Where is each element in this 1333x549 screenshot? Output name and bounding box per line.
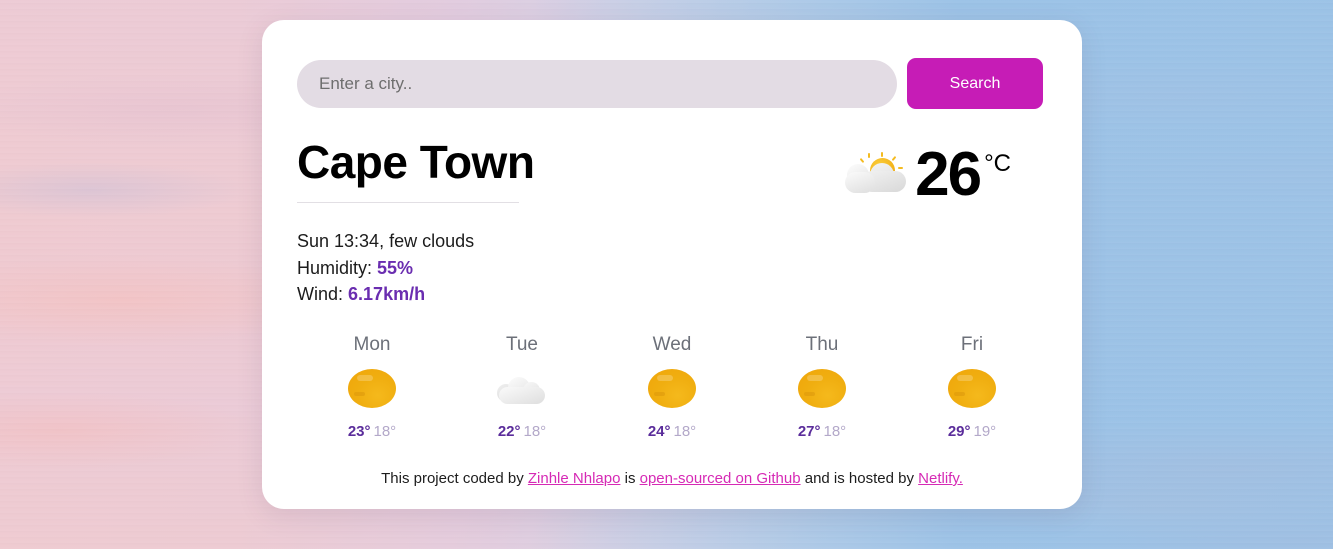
search-form: Search	[297, 20, 1047, 109]
datetime-condition: Sun 13:34, few clouds	[297, 231, 475, 251]
wind-line: Wind: 6.17km/h	[297, 281, 1047, 308]
forecast-temp-max: 27°	[797, 422, 821, 440]
sun-ray	[898, 167, 904, 169]
forecast-icon-wrap	[597, 364, 747, 414]
few-clouds-icon	[843, 152, 907, 198]
forecast-temp-min: 18°	[523, 422, 547, 440]
current-temperature-block: 26 °C	[843, 138, 1047, 206]
forecast-day-label: Tue	[505, 333, 539, 355]
forecast-day: Mon 23° 18°	[297, 334, 447, 440]
forecast-row: Mon 23° 18° Tue 22° 18° Wed 24° 18° Thu 27° 18° Fri 2…	[297, 334, 1047, 440]
sun-ray	[859, 157, 865, 164]
humidity-line: Humidity: 55%	[297, 255, 1047, 282]
link-author[interactable]: Zinhle Nhlapo	[528, 470, 621, 487]
link-source-code[interactable]: open-sourced on Github	[640, 470, 801, 487]
forecast-temps: 24° 18°	[597, 423, 747, 440]
city-name: Cape Town	[297, 136, 535, 188]
forecast-temp-min: 19°	[973, 422, 997, 440]
forecast-temps: 23° 18°	[297, 423, 447, 440]
sun-ray	[881, 152, 884, 157]
forecast-day-label: Mon	[353, 333, 391, 355]
current-conditions: Sun 13:34, few clouds Humidity: 55% Wind…	[297, 228, 1047, 308]
forecast-day-label: Wed	[652, 333, 692, 355]
clear-sky-icon	[798, 369, 846, 409]
temperature-unit: °C	[984, 150, 1011, 177]
clear-sky-icon	[948, 369, 996, 409]
current-weather-row: Cape Town 26 °C	[297, 138, 1047, 206]
cloud-front	[845, 172, 876, 193]
weather-card: Search Cape Town 26 °C	[262, 20, 1082, 509]
forecast-temps: 27° 18°	[747, 423, 897, 440]
forecast-day: Tue 22° 18°	[447, 334, 597, 440]
wind-label: Wind:	[297, 284, 344, 305]
forecast-day-label: Thu	[805, 333, 839, 355]
forecast-temp-max: 29°	[947, 422, 971, 440]
search-input[interactable]	[297, 59, 897, 108]
footer-credit: This project coded by Zinhle Nhlapo is o…	[297, 470, 1047, 487]
footer-text-3: and is hosted by	[800, 469, 919, 487]
forecast-icon-wrap	[447, 364, 597, 414]
forecast-icon-wrap	[747, 364, 897, 414]
forecast-icon-wrap	[297, 364, 447, 414]
current-temperature-value: 26	[915, 140, 982, 209]
forecast-day: Fri 29° 19°	[897, 334, 1047, 440]
forecast-temps: 29° 19°	[897, 423, 1047, 440]
forecast-temp-min: 18°	[823, 422, 847, 440]
sun-ray	[891, 155, 897, 162]
forecast-day: Wed 24° 18°	[597, 334, 747, 440]
clouds-icon	[496, 372, 548, 406]
wind-value: 6.17km/h	[348, 284, 426, 305]
forecast-temp-min: 18°	[373, 422, 397, 440]
forecast-temps: 22° 18°	[447, 423, 597, 440]
cloud-shape	[499, 386, 545, 404]
forecast-day: Thu 27° 18°	[747, 334, 897, 440]
forecast-temp-max: 23°	[347, 422, 371, 440]
city-block: Cape Town	[297, 136, 535, 204]
forecast-temp-min: 18°	[673, 422, 697, 440]
city-divider	[297, 202, 519, 204]
link-host[interactable]: Netlify.	[918, 470, 963, 487]
humidity-value: 55%	[377, 257, 414, 278]
humidity-label: Humidity:	[297, 257, 373, 278]
footer-text-1: This project coded by	[381, 469, 528, 487]
sun-ray	[868, 153, 871, 158]
clear-sky-icon	[648, 369, 696, 409]
forecast-day-label: Fri	[960, 333, 984, 355]
search-button[interactable]: Search	[907, 58, 1043, 109]
forecast-temp-max: 24°	[647, 422, 671, 440]
clear-sky-icon	[348, 369, 396, 409]
forecast-icon-wrap	[897, 364, 1047, 414]
footer-text-2: is	[620, 469, 640, 487]
forecast-temp-max: 22°	[497, 422, 521, 440]
